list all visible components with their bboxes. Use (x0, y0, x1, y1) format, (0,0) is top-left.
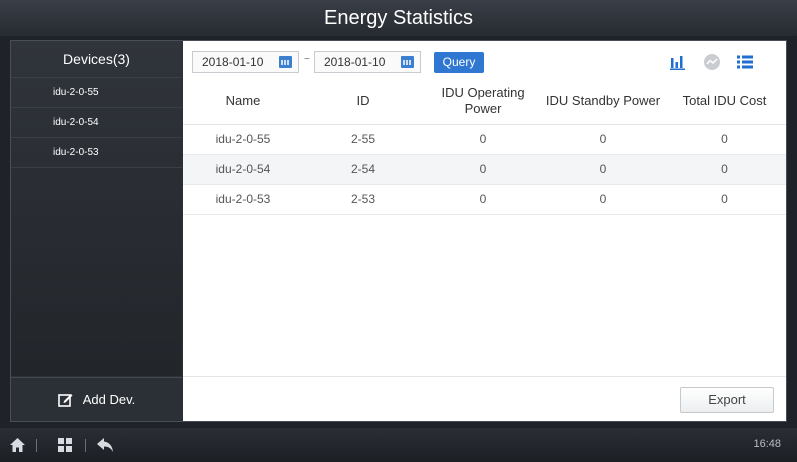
footer-bar: 16:48 (0, 428, 797, 462)
devices-header: Devices(3) (11, 41, 182, 78)
cell-standby-power: 0 (543, 124, 663, 155)
cell-name: idu-2-0-55 (183, 124, 303, 155)
window-title: Energy Statistics (0, 0, 797, 36)
table-row[interactable]: idu-2-0-54 2-54 0 0 0 (183, 154, 786, 185)
device-item-idu-2-0-55[interactable]: idu-2-0-55 (11, 78, 182, 108)
add-device-label: Add Dev. (82, 392, 136, 407)
cell-id: 2-53 (303, 184, 423, 215)
grid-icon[interactable] (57, 437, 73, 453)
clock: 16:48 (753, 438, 781, 450)
cell-standby-power: 0 (543, 154, 663, 185)
cell-operating-power: 0 (423, 154, 543, 185)
footer-divider (36, 439, 37, 452)
calendar-icon[interactable] (279, 56, 292, 68)
cell-name: idu-2-0-53 (183, 184, 303, 215)
cell-total-cost: 0 (663, 184, 786, 215)
bar-chart-icon[interactable] (669, 53, 687, 71)
main-panel: 2018-01-10 ~ 2018-01-10 Query Name ID ID… (183, 41, 786, 421)
line-chart-icon[interactable] (703, 53, 721, 71)
cell-operating-power: 0 (423, 184, 543, 215)
column-header-id: ID (303, 79, 423, 125)
cell-id: 2-54 (303, 154, 423, 185)
device-sidebar: Devices(3) idu-2-0-55 idu-2-0-54 idu-2-0… (11, 41, 182, 376)
device-item-idu-2-0-53[interactable]: idu-2-0-53 (11, 138, 182, 168)
add-device-button[interactable]: Add Dev. (11, 377, 182, 421)
back-icon[interactable] (96, 437, 114, 453)
energy-table: Name ID IDU Operating Power IDU Standby … (183, 79, 786, 215)
cell-total-cost: 0 (663, 154, 786, 185)
date-separator: ~ (304, 54, 310, 65)
end-date-field[interactable]: 2018-01-10 (314, 51, 421, 73)
end-date-value: 2018-01-10 (324, 55, 386, 69)
list-icon[interactable] (736, 53, 754, 71)
cell-operating-power: 0 (423, 124, 543, 155)
toolbar: 2018-01-10 ~ 2018-01-10 Query (183, 41, 786, 79)
cell-id: 2-55 (303, 124, 423, 155)
edit-icon (57, 394, 73, 407)
column-header-standby-power: IDU Standby Power (543, 79, 663, 125)
bottom-action-bar: Export (183, 376, 786, 421)
cell-name: idu-2-0-54 (183, 154, 303, 185)
column-header-operating-power: IDU Operating Power (423, 79, 543, 125)
table-row[interactable]: idu-2-0-53 2-53 0 0 0 (183, 184, 786, 215)
cell-standby-power: 0 (543, 184, 663, 215)
cell-total-cost: 0 (663, 124, 786, 155)
table-header-row: Name ID IDU Operating Power IDU Standby … (183, 79, 786, 125)
device-item-idu-2-0-54[interactable]: idu-2-0-54 (11, 108, 182, 138)
calendar-icon[interactable] (401, 56, 414, 68)
footer-divider (85, 439, 86, 452)
query-button[interactable]: Query (434, 52, 484, 73)
start-date-field[interactable]: 2018-01-10 (192, 51, 299, 73)
table-row[interactable]: idu-2-0-55 2-55 0 0 0 (183, 124, 786, 155)
export-button[interactable]: Export (680, 387, 774, 413)
start-date-value: 2018-01-10 (202, 55, 264, 69)
column-header-total-cost: Total IDU Cost (663, 79, 786, 125)
column-header-name: Name (183, 79, 303, 125)
home-icon[interactable] (9, 437, 26, 453)
